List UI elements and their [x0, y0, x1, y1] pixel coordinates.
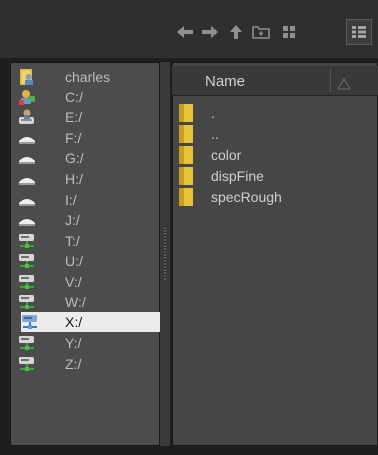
- list-item[interactable]: .: [178, 103, 368, 123]
- folder-icon: [178, 187, 194, 207]
- removable-drive-icon: [18, 191, 36, 209]
- sort-triangle-icon: [337, 75, 351, 94]
- sidebar-item-label: J:/: [65, 212, 80, 228]
- sidebar-item-label: I:/: [65, 192, 77, 208]
- folder-icon: [178, 103, 194, 123]
- icon-view-button[interactable]: [276, 19, 302, 45]
- arrow-right-icon: [202, 26, 218, 38]
- column-divider: [330, 69, 331, 93]
- network-drive-icon: [21, 313, 39, 331]
- sidebar-item-label: C:/: [65, 89, 83, 105]
- sidebar-item-label: U:/: [65, 253, 83, 269]
- removable-drive-icon: [18, 170, 36, 188]
- arrow-left-icon: [177, 26, 193, 38]
- removable-drive-icon: [18, 211, 36, 229]
- sidebar-item-label: W:/: [65, 294, 86, 310]
- file-browser-window: charles C:/ E:/ F:/ G:/ H:/ I:/ J:/ T:/ …: [0, 0, 378, 455]
- toolbar: [0, 0, 378, 58]
- list-view-icon: [352, 26, 366, 38]
- new-folder-button[interactable]: [248, 19, 274, 45]
- sidebar-item-f[interactable]: F:/: [18, 128, 159, 148]
- removable-drive-icon: [18, 129, 36, 147]
- folder-icon: [178, 145, 194, 165]
- sidebar-item-label: T:/: [65, 233, 80, 249]
- sidebar-item-label: Y:/: [65, 335, 82, 351]
- network-drive-icon: [18, 334, 36, 352]
- sidebar-item-g[interactable]: G:/: [18, 148, 159, 168]
- sidebar-item-c[interactable]: C:/: [18, 87, 159, 107]
- file-name: dispFine: [211, 168, 264, 184]
- file-name: ..: [211, 126, 219, 142]
- sidebar-item-label: X:/: [65, 314, 83, 330]
- list-item[interactable]: color: [178, 145, 368, 165]
- arrow-up-icon: [230, 25, 242, 39]
- sidebar-item-x[interactable]: X:/: [21, 312, 160, 332]
- folder-icon: [178, 166, 194, 186]
- sidebar-item-h[interactable]: H:/: [18, 169, 159, 189]
- removable-drive-icon: [18, 149, 36, 167]
- sidebar-item-w[interactable]: W:/: [18, 292, 159, 312]
- network-drive-icon: [18, 252, 36, 270]
- folder-icon: [178, 124, 194, 144]
- forward-button[interactable]: [197, 19, 223, 45]
- sidebar-item-label: E:/: [65, 109, 83, 125]
- sidebar-item-e[interactable]: E:/: [18, 107, 159, 127]
- sidebar-item-t[interactable]: T:/: [18, 231, 159, 251]
- grid-view-icon: [283, 26, 295, 38]
- splitter-grip[interactable]: [164, 226, 166, 280]
- list-item[interactable]: dispFine: [178, 166, 368, 186]
- sidebar-item-label: H:/: [65, 171, 83, 187]
- sidebar-item-i[interactable]: I:/: [18, 190, 159, 210]
- column-header-label: Name: [205, 73, 246, 90]
- system-drive-icon: [18, 88, 36, 106]
- sidebar-item-label: G:/: [65, 150, 84, 166]
- detail-view-button[interactable]: [346, 19, 372, 45]
- network-drive-icon: [18, 355, 36, 373]
- list-item[interactable]: specRough: [178, 187, 368, 207]
- network-drive-icon: [18, 273, 36, 291]
- sidebar-item-j[interactable]: J:/: [18, 210, 159, 230]
- sidebar-item-y[interactable]: Y:/: [18, 333, 159, 353]
- list-item[interactable]: ..: [178, 124, 368, 144]
- sidebar-item-label: Z:/: [65, 356, 82, 372]
- back-button[interactable]: [172, 19, 198, 45]
- sidebar-item-v[interactable]: V:/: [18, 272, 159, 292]
- sidebar-item-label: charles: [65, 69, 111, 85]
- home-user-icon: [18, 68, 36, 86]
- column-header-name[interactable]: Name: [172, 66, 378, 96]
- file-name: color: [211, 147, 242, 163]
- file-name: specRough: [211, 189, 282, 205]
- sidebar-item-label: F:/: [65, 130, 82, 146]
- sidebar-item-label: V:/: [65, 274, 82, 290]
- sidebar-item-charles[interactable]: charles: [18, 67, 159, 87]
- up-button[interactable]: [223, 19, 249, 45]
- sidebar-item-z[interactable]: Z:/: [18, 354, 159, 374]
- network-drive-icon: [18, 293, 36, 311]
- disk-user-icon: [18, 108, 36, 126]
- sidebar-item-u[interactable]: U:/: [18, 251, 159, 271]
- file-name: .: [211, 105, 215, 121]
- new-folder-icon: [252, 26, 270, 39]
- network-drive-icon: [18, 232, 36, 250]
